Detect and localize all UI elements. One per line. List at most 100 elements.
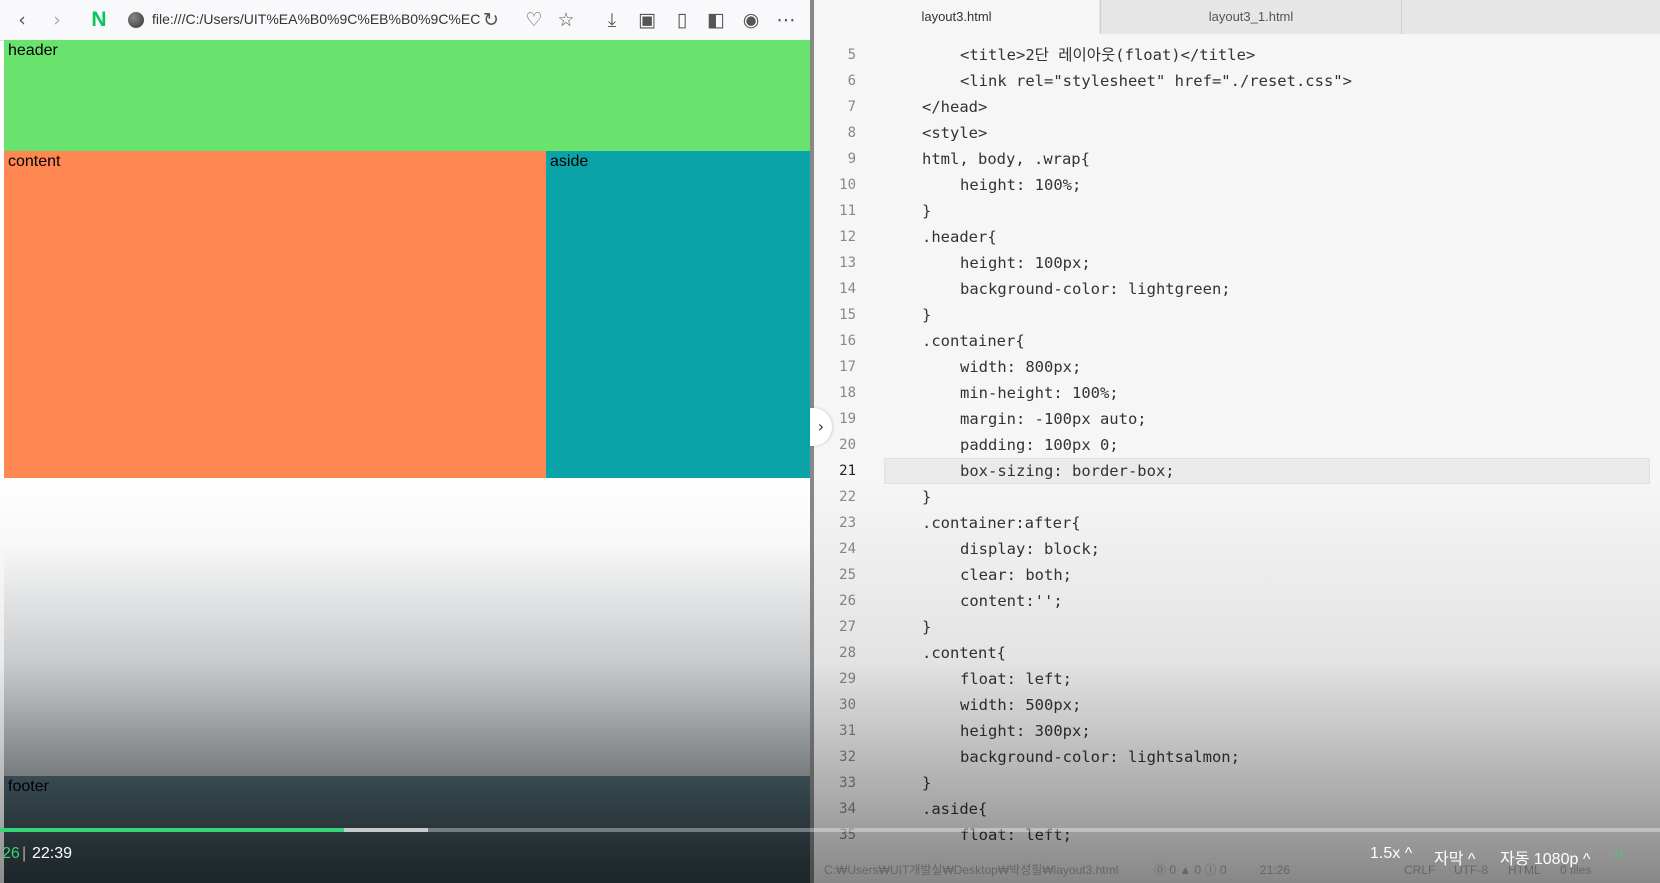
speed-button[interactable]: 1.5x ^ (1370, 845, 1412, 863)
address-input[interactable]: file:///C:/Users/UIT%EA%B0%9C%EB%B0%9C%E… (152, 11, 502, 27)
star-icon[interactable]: ☆ (554, 8, 578, 32)
code-area[interactable]: 5 <title>2단 레이아웃(float)</title> 6 <link rel… (814, 34, 1660, 849)
code-line[interactable]: 5 <title>2단 레이아웃(float)</title> (814, 42, 1660, 68)
line-number: 9 (847, 151, 856, 167)
browser-window: ‹ › N file:///C:/Users/UIT%EA%B0%9C%EB%B… (0, 0, 810, 883)
code-line[interactable]: 19 margin: -100px auto; (814, 406, 1660, 432)
quality-button[interactable]: 자동 1080p ^ (1500, 845, 1590, 869)
line-number: 30 (839, 697, 856, 713)
reader-icon[interactable]: ▯ (670, 8, 694, 32)
line-number: 35 (839, 827, 856, 843)
status-problems[interactable]: ⓪ 0 ▲ 0 ⓘ 0 (1154, 858, 1227, 883)
code-text: width: 800px; (960, 358, 1082, 376)
subtitle-button[interactable]: 자막 ^ (1434, 845, 1475, 869)
tab-layout3-1[interactable]: layout3_1.html (1100, 0, 1402, 34)
code-text: float: left; (960, 670, 1072, 688)
line-number: 23 (839, 515, 856, 531)
site-info-icon[interactable] (128, 12, 144, 28)
line-number: 10 (839, 177, 856, 193)
code-text: display: block; (960, 540, 1100, 558)
code-text: clear: both; (960, 566, 1072, 584)
code-line[interactable]: 8 <style> (814, 120, 1660, 146)
code-line[interactable]: 16 .container{ (814, 328, 1660, 354)
download-icon[interactable]: ⤓ (600, 8, 624, 32)
video-progress-fill[interactable] (0, 828, 344, 832)
line-number: 13 (839, 255, 856, 271)
code-text: margin: -100px auto; (960, 410, 1147, 428)
code-line[interactable]: 23 .container:after{ (814, 510, 1660, 536)
current-time: 22:39 (32, 845, 73, 862)
fullscreen-icon[interactable]: ‹› (1614, 845, 1624, 862)
code-line[interactable]: 15} (814, 302, 1660, 328)
line-number: 25 (839, 567, 856, 583)
editor-tabs: layout3.html layout3_1.html (814, 0, 1660, 34)
code-text: background-color: lightsalmon; (960, 748, 1240, 766)
forward-icon[interactable]: › (45, 8, 69, 32)
code-line[interactable]: 28 .content{ (814, 640, 1660, 666)
line-number: 11 (839, 203, 856, 219)
line-number: 34 (839, 801, 856, 817)
code-line[interactable]: 25 clear: both; (814, 562, 1660, 588)
code-line[interactable]: 31 height: 300px; (814, 718, 1660, 744)
code-line[interactable]: 9 html, body, .wrap{ (814, 146, 1660, 172)
address-bar[interactable]: file:///C:/Users/UIT%EA%B0%9C%EB%B0%9C%E… (120, 5, 508, 35)
line-number: 32 (839, 749, 856, 765)
browser-toolbar: ‹ › N file:///C:/Users/UIT%EA%B0%9C%EB%B… (0, 0, 810, 41)
code-text: content:''; (960, 592, 1063, 610)
status-file-path: C:₩Users₩UIT개발실₩Desktop₩박성필₩layout3.html (824, 863, 1119, 877)
code-line[interactable]: 7 </head> (814, 94, 1660, 120)
content-block: content (4, 151, 546, 478)
naver-icon[interactable]: N (87, 8, 111, 32)
header-label: header (8, 42, 58, 59)
screenshot-icon[interactable]: ▣ (635, 8, 659, 32)
reload-icon[interactable]: ↻ (479, 8, 503, 32)
account-icon[interactable]: ◉ (739, 8, 763, 32)
line-number: 5 (847, 47, 856, 63)
code-text: .container{ (922, 332, 1025, 350)
code-editor: layout3.html layout3_1.html 5 <title>2단 레… (814, 0, 1660, 883)
code-text: height: 300px; (960, 722, 1091, 740)
line-number: 7 (847, 99, 856, 115)
code-line[interactable]: 26 content:''; (814, 588, 1660, 614)
tab-layout3[interactable]: layout3.html (814, 0, 1099, 34)
code-text: height: 100%; (960, 176, 1082, 194)
more-icon[interactable]: ⋯ (774, 8, 798, 32)
code-line[interactable]: 24 display: block; (814, 536, 1660, 562)
line-number: 22 (839, 489, 856, 505)
code-line[interactable]: 20 padding: 100px 0; (814, 432, 1660, 458)
code-text: .header{ (922, 228, 997, 246)
line-number: 31 (839, 723, 856, 739)
code-line[interactable]: 34 .aside{ (814, 796, 1660, 822)
code-line[interactable]: 11} (814, 198, 1660, 224)
code-line[interactable]: 13 height: 100px; (814, 250, 1660, 276)
code-line[interactable]: 33} (814, 770, 1660, 796)
status-cursor-position[interactable]: 21:26 (1260, 858, 1290, 883)
code-line[interactable]: 32 background-color: lightsalmon; (814, 744, 1660, 770)
code-line[interactable]: 14 background-color: lightgreen; (814, 276, 1660, 302)
line-number: 17 (839, 359, 856, 375)
code-text: .aside{ (922, 800, 988, 818)
code-line[interactable]: 29 float: left; (814, 666, 1660, 692)
code-line[interactable]: 17 width: 800px; (814, 354, 1660, 380)
code-text: .content{ (922, 644, 1006, 662)
line-number: 15 (839, 307, 856, 323)
line-number: 6 (847, 73, 856, 89)
code-line[interactable]: 21 box-sizing: border-box; (814, 458, 1660, 484)
line-number: 33 (839, 775, 856, 791)
code-text: } (922, 618, 932, 636)
code-text: min-height: 100%; (960, 384, 1119, 402)
code-text: } (922, 488, 932, 506)
code-line[interactable]: 12 .header{ (814, 224, 1660, 250)
line-number: 12 (839, 229, 856, 245)
pocket-icon[interactable]: ♡ (522, 8, 546, 32)
code-line[interactable]: 10 height: 100%; (814, 172, 1660, 198)
back-icon[interactable]: ‹ (10, 8, 34, 32)
line-number: 16 (839, 333, 856, 349)
code-line[interactable]: 18 min-height: 100%; (814, 380, 1660, 406)
code-line[interactable]: 27} (814, 614, 1660, 640)
code-line[interactable]: 30 width: 500px; (814, 692, 1660, 718)
code-text: .container:after{ (922, 514, 1081, 532)
sidebar-icon[interactable]: ◧ (704, 8, 728, 32)
code-line[interactable]: 22} (814, 484, 1660, 510)
code-line[interactable]: 6 <link rel="stylesheet" href="./reset.cs… (814, 68, 1660, 94)
